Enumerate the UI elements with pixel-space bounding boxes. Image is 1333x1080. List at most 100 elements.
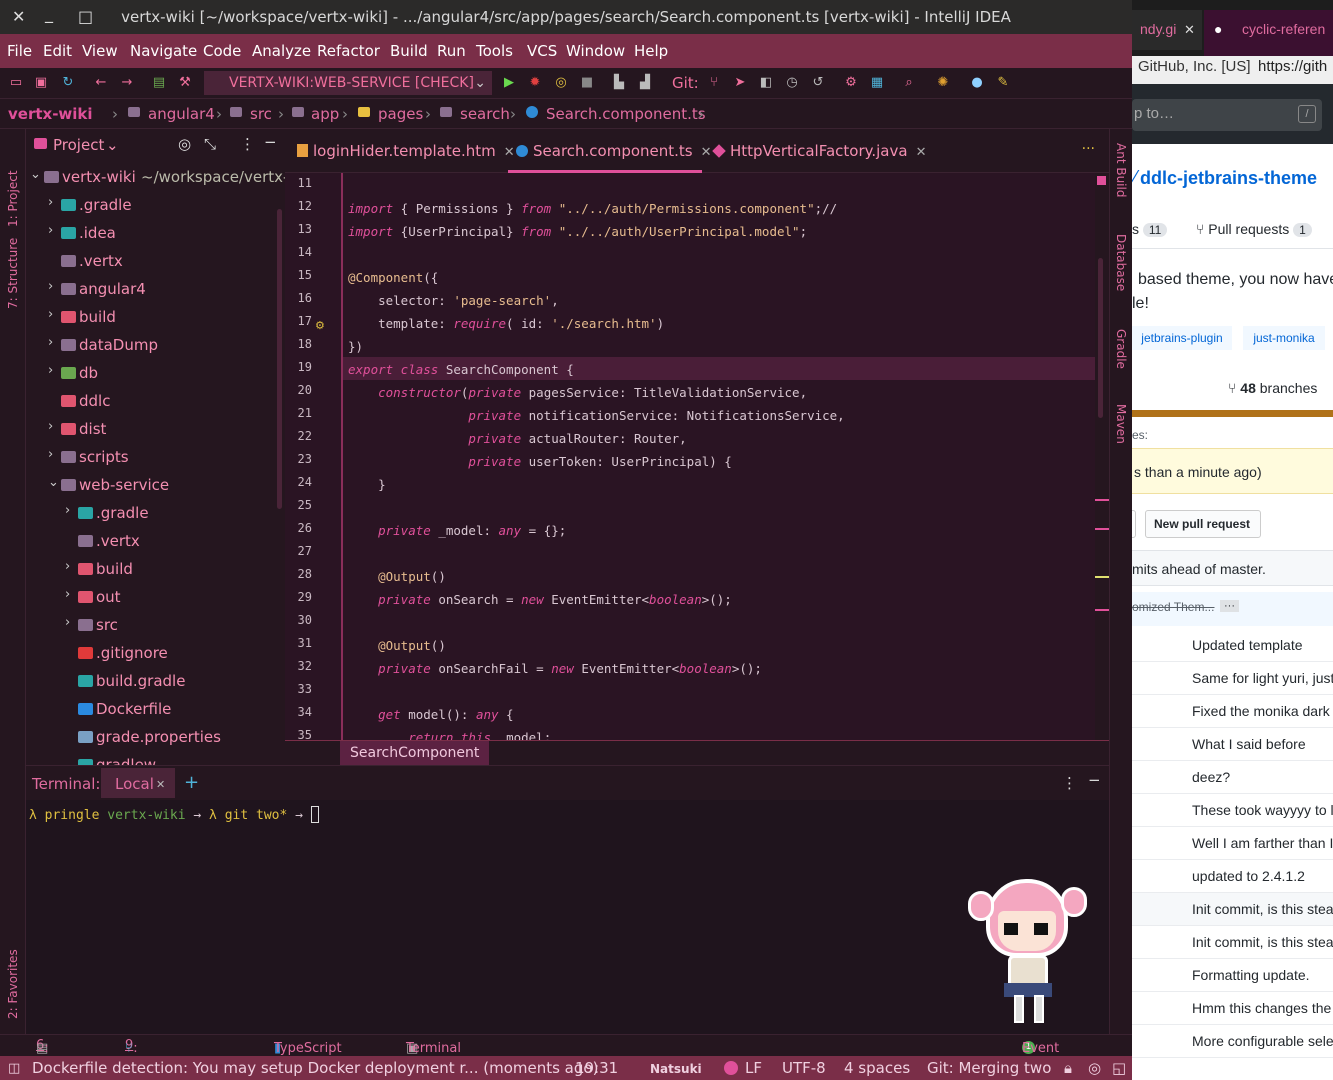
stop-icon[interactable]: ■ [578, 74, 596, 92]
file-row[interactable]: Init commit, is this stea [1132, 893, 1333, 926]
commit-message[interactable]: Init commit, is this stea [1192, 934, 1333, 950]
file-row[interactable]: What I said before [1132, 728, 1333, 761]
browser-tab-2[interactable]: ● cyclic-referen [1204, 10, 1333, 56]
commit-message[interactable]: Formatting update. [1192, 967, 1310, 983]
menu-file[interactable]: File [7, 42, 32, 60]
history-icon[interactable]: ◷ [783, 74, 801, 92]
commit-message[interactable]: Init commit, is this stea [1192, 901, 1333, 917]
build-hammer-icon[interactable]: ⚒ [176, 74, 194, 92]
tree-item[interactable]: › src [26, 612, 285, 640]
revert-icon[interactable]: ↺ [809, 74, 827, 92]
chevron-right-icon[interactable]: › [48, 447, 53, 462]
breadcrumb-pages[interactable]: pages [378, 105, 423, 123]
close-tab-icon[interactable]: ✕ [156, 778, 165, 791]
git-push-icon[interactable]: ➤ [731, 74, 749, 92]
menu-analyze[interactable]: Analyze [252, 42, 311, 60]
chevron-right-icon[interactable]: › [65, 503, 70, 518]
menu-build[interactable]: Build [390, 42, 428, 60]
debug-icon[interactable]: ✹ [526, 74, 544, 92]
lock-icon[interactable]: 🔒︎ [1064, 1059, 1072, 1077]
vcs-update-icon[interactable]: ▙ [610, 74, 628, 92]
commit-message[interactable]: Same for light yuri, just [1192, 670, 1333, 686]
breadcrumb-search-component[interactable]: SearchComponent [340, 741, 490, 766]
git-branch-icon[interactable]: ⑂ [705, 74, 723, 92]
terminal-icon[interactable]: ▤ [150, 74, 168, 92]
tree-item[interactable]: › dist [26, 416, 285, 444]
file-row[interactable]: More configurable sele [1132, 1025, 1333, 1058]
open-folder-icon[interactable]: ▭ [7, 74, 25, 92]
tree-item[interactable]: grade.properties [26, 724, 285, 752]
database-tool-tab[interactable]: Database [1114, 234, 1128, 291]
tree-item[interactable]: › db [26, 360, 285, 388]
chevron-right-icon[interactable]: › [65, 559, 70, 574]
file-row[interactable]: updated to 2.4.1.2 [1132, 860, 1333, 893]
event-icon[interactable]: ◱ [1112, 1059, 1126, 1077]
ant-build-tool-tab[interactable]: Ant Build [1114, 143, 1128, 197]
breadcrumb-app[interactable]: app [311, 105, 339, 123]
menu-run[interactable]: Run [437, 42, 466, 60]
caret-position[interactable]: 19:31 [575, 1059, 618, 1077]
close-tab-icon[interactable]: ✕ [504, 145, 515, 160]
menu-refactor[interactable]: Refactor [317, 42, 380, 60]
commit-message[interactable]: Updated template [1192, 637, 1303, 653]
topic-just-monika[interactable]: just-monika [1243, 326, 1325, 350]
indent-setting[interactable]: 4 spaces [844, 1059, 910, 1077]
hide-panel-icon[interactable]: − [264, 133, 277, 151]
notifications-icon[interactable]: ◎ [1088, 1059, 1101, 1077]
chevron-down-icon[interactable]: ⌄ [48, 475, 59, 490]
vcs-commit-icon[interactable]: ▟ [636, 74, 654, 92]
chevron-right-icon[interactable]: › [48, 363, 53, 378]
chat-icon[interactable]: ● [968, 74, 986, 92]
search-icon[interactable]: ⌕ [900, 74, 918, 92]
close-tab-icon[interactable]: ✕ [916, 145, 927, 160]
tree-item[interactable]: › build [26, 556, 285, 584]
chevron-right-icon[interactable]: › [48, 223, 53, 238]
tree-root-vertx-wiki[interactable]: ⌄ vertx-wiki ~/workspace/vertx-w [26, 164, 285, 192]
tree-item[interactable]: › .gradle [26, 500, 285, 528]
tree-item[interactable]: › angular4 [26, 276, 285, 304]
github-search-input[interactable]: p to… / [1132, 99, 1322, 131]
file-encoding[interactable]: UTF-8 [782, 1059, 826, 1077]
project-tool-tab[interactable]: 1: Project [6, 137, 20, 227]
chevron-right-icon[interactable]: › [48, 307, 53, 322]
compare-icon[interactable]: ◧ [757, 74, 775, 92]
maven-tool-tab[interactable]: Maven [1114, 404, 1128, 444]
settings-gear-icon[interactable]: ⚙ [842, 74, 860, 92]
menu-tools[interactable]: Tools [476, 42, 513, 60]
hide-panel-icon[interactable]: − [1088, 771, 1101, 789]
commit-message[interactable]: These took wayyyy to l [1192, 802, 1333, 818]
save-icon[interactable]: ▣ [32, 74, 50, 92]
file-row[interactable]: Fixed the monika dark [1132, 695, 1333, 728]
more-tabs-icon[interactable]: ··· [1082, 141, 1095, 157]
inspection-status-icon[interactable] [1097, 176, 1106, 185]
new-pull-request-button[interactable]: New pull request [1145, 510, 1261, 538]
project-structure-icon[interactable]: ▦ [868, 74, 886, 92]
chevron-right-icon[interactable]: › [48, 195, 53, 210]
tab-http-vertical-factory[interactable]: HttpVerticalFactory.java ✕ [712, 142, 927, 160]
chevron-right-icon[interactable]: › [65, 615, 70, 630]
file-row[interactable]: Updated template [1132, 629, 1333, 662]
sync-icon[interactable]: ↻ [59, 74, 77, 92]
file-row[interactable]: Formatting update. [1132, 959, 1333, 992]
latest-commit-message[interactable]: omized Them... [1132, 600, 1214, 614]
issues-tab[interactable]: s 11 [1132, 221, 1168, 237]
breadcrumb-search[interactable]: search [460, 105, 510, 123]
tree-item[interactable]: › scripts [26, 444, 285, 472]
close-tab-icon[interactable]: ✕ [701, 145, 712, 160]
run-configuration-select[interactable]: VERTX-WIKI:WEB-SERVICE [CHECK] ⌄ [204, 71, 492, 95]
paint-brush-icon[interactable]: ✎ [994, 74, 1012, 92]
tree-item[interactable]: › out [26, 584, 285, 612]
commit-message[interactable]: deez? [1192, 769, 1230, 785]
breadcrumb-angular4[interactable]: angular4 [148, 105, 215, 123]
todo-tool-tab[interactable]: ▤ 6: TODO [36, 1038, 83, 1071]
project-scrollbar[interactable] [277, 209, 282, 509]
tree-item[interactable]: .gitignore [26, 640, 285, 668]
menu-help[interactable]: Help [634, 42, 668, 60]
version-control-tool-tab[interactable]: ⑂ 9: Version Control [125, 1038, 181, 1080]
tree-item[interactable]: .vertx [26, 528, 285, 556]
menu-window[interactable]: Window [566, 42, 625, 60]
line-separator[interactable]: LF [745, 1059, 762, 1077]
topic-jetbrains-plugin[interactable]: jetbrains-plugin [1132, 326, 1232, 350]
menu-view[interactable]: View [82, 42, 118, 60]
commit-message[interactable]: Hmm this changes the [1192, 1000, 1331, 1016]
